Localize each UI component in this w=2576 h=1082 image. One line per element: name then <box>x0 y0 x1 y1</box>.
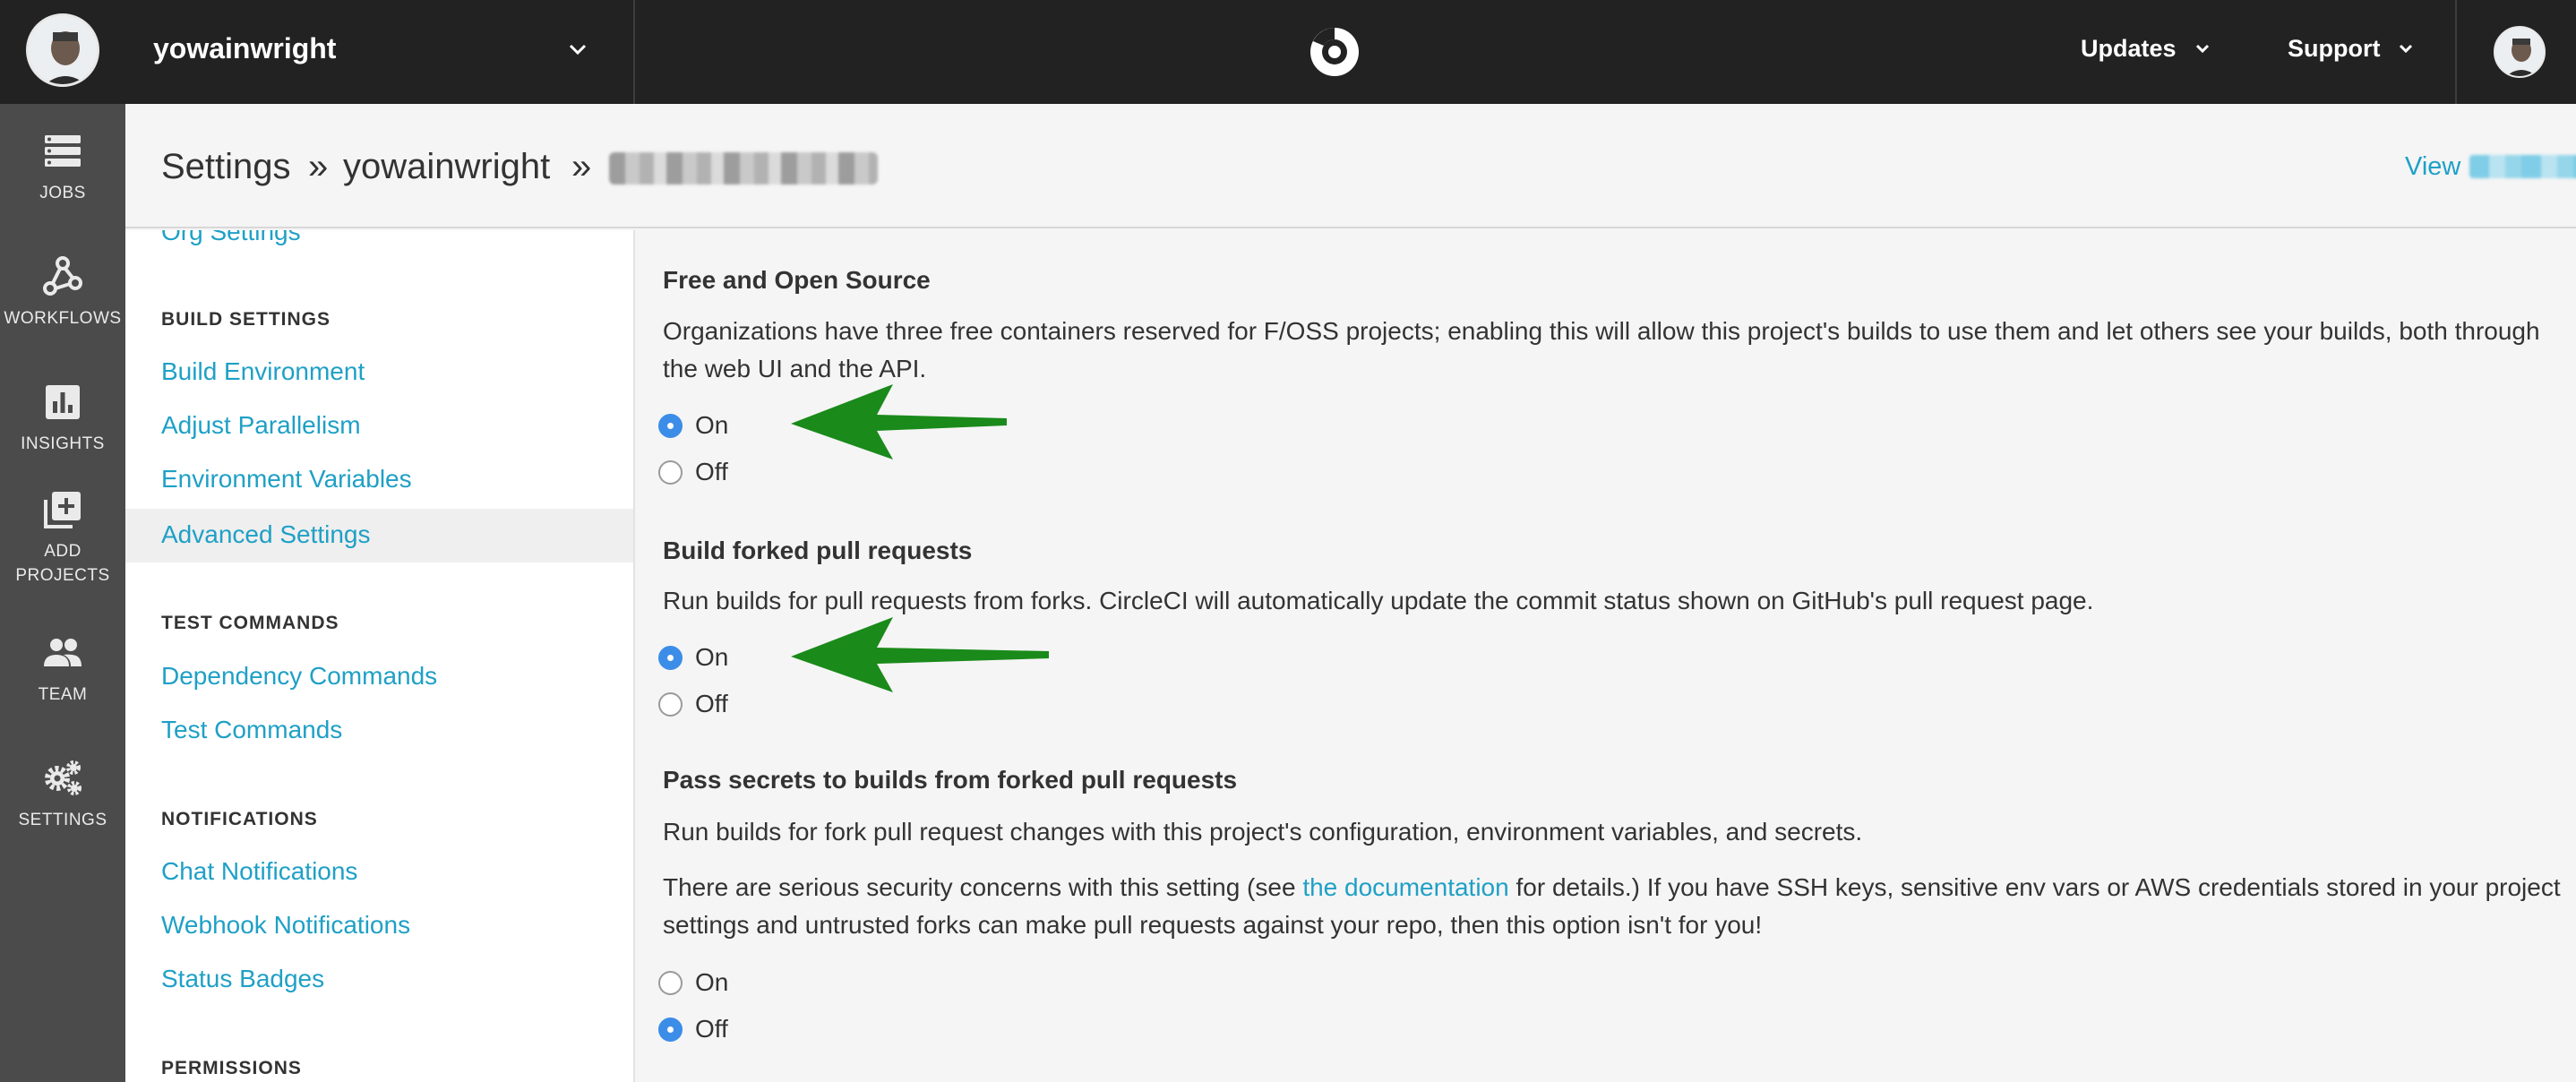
sidebar-item-dependency-commands[interactable]: Dependency Commands <box>161 660 437 692</box>
settings-icon <box>45 760 82 795</box>
nav-jobs-label: JOBS <box>39 184 86 202</box>
foss-off-label: Off <box>695 458 728 485</box>
pass-secrets-on-option[interactable]: On <box>658 966 728 999</box>
settings-main: Free and Open Source Organizations have … <box>637 230 2576 1082</box>
nav-add-label-line1: ADD <box>44 542 82 561</box>
pass-secrets-description: Run builds for fork pull request changes… <box>663 818 1863 846</box>
pass-secrets-on-label: On <box>695 968 729 996</box>
org-switcher[interactable]: yowainwright <box>0 0 635 104</box>
chevron-down-icon <box>2195 44 2209 54</box>
nav-workflows[interactable]: WORKFLOWS <box>0 256 125 331</box>
nav-settings[interactable]: SETTINGS <box>0 758 125 832</box>
breadcrumb-org[interactable]: yowainwright <box>343 145 550 188</box>
topbar-divider <box>2455 0 2457 104</box>
forked-prs-title: Build forked pull requests <box>663 537 973 564</box>
foss-on-label: On <box>695 411 729 439</box>
settings-sidebar: Org Settings BUILD SETTINGS Build Enviro… <box>125 230 635 1082</box>
updates-label: Updates <box>2081 35 2177 62</box>
nav-insights-label: INSIGHTS <box>21 434 105 453</box>
nav-settings-label: SETTINGS <box>18 811 107 829</box>
nav-add-label-line2: PROJECTS <box>15 566 110 585</box>
forked-prs-description: Run builds for pull requests from forks.… <box>663 587 2094 614</box>
forked-prs-off-label: Off <box>695 690 728 717</box>
foss-title: Free and Open Source <box>663 266 931 294</box>
sidebar-item-advanced-settings[interactable]: Advanced Settings <box>161 519 371 551</box>
nav-add-projects[interactable]: ADD PROJECTS <box>0 489 125 588</box>
nav-jobs[interactable]: JOBS <box>0 131 125 205</box>
pass-secrets-on-radio[interactable] <box>658 970 683 995</box>
pass-secrets-warning: There are serious security concerns with… <box>663 869 2571 944</box>
foss-on-option[interactable]: On <box>658 409 728 442</box>
left-nav: JOBS WORKFLOWS INSIGHTS ADD PROJECTS TEA… <box>0 104 125 1082</box>
forked-prs-on-radio[interactable] <box>658 645 683 670</box>
breadcrumb-separator: » <box>308 147 329 186</box>
forked-prs-off-option[interactable]: Off <box>658 688 728 720</box>
foss-description: Organizations have three free containers… <box>663 317 2540 382</box>
sidebar-item-adjust-parallelism[interactable]: Adjust Parallelism <box>161 409 361 442</box>
org-avatar <box>26 13 99 87</box>
breadcrumb-settings[interactable]: Settings <box>161 145 291 188</box>
support-label: Support <box>2288 35 2381 62</box>
forked-prs-on-option[interactable]: On <box>658 641 728 674</box>
documentation-link[interactable]: the documentation <box>1302 873 1508 901</box>
add-projects-icon <box>44 492 81 528</box>
nav-workflows-label: WORKFLOWS <box>4 309 122 328</box>
sidebar-item-webhook-notifications[interactable]: Webhook Notifications <box>161 909 410 941</box>
sidebar-heading-notifications: NOTIFICATIONS <box>161 809 318 829</box>
page-header: Settings » yowainwright » View » <box>125 104 2576 228</box>
sidebar-item-org-settings[interactable]: Org Settings <box>161 230 301 248</box>
sidebar-item-status-badges[interactable]: Status Badges <box>161 963 324 995</box>
forked-prs-off-radio[interactable] <box>658 691 683 717</box>
forked-prs-on-label: On <box>695 643 729 671</box>
sidebar-item-test-commands[interactable]: Test Commands <box>161 714 342 746</box>
foss-off-option[interactable]: Off <box>658 456 728 488</box>
nav-insights[interactable]: INSIGHTS <box>0 382 125 456</box>
org-name: yowainwright <box>153 32 337 64</box>
team-icon <box>44 639 82 666</box>
pass-secrets-off-label: Off <box>695 1015 728 1043</box>
view-project-redacted <box>2469 155 2576 178</box>
top-bar: yowainwright Updates Support <box>0 0 2576 104</box>
foss-on-radio[interactable] <box>658 413 683 438</box>
user-avatar[interactable] <box>2494 26 2546 78</box>
view-project-link[interactable]: View » <box>2405 149 2576 185</box>
support-menu[interactable]: Support <box>2288 32 2416 64</box>
nav-team[interactable]: TEAM <box>0 632 125 707</box>
nav-team-label: TEAM <box>38 685 88 704</box>
sidebar-heading-permissions: PERMISSIONS <box>161 1058 302 1078</box>
jobs-icon <box>45 135 81 167</box>
breadcrumb-project-redacted[interactable] <box>609 152 878 185</box>
workflows-icon <box>43 256 82 296</box>
annotation-arrow-icon <box>791 384 1007 459</box>
pass-secrets-title: Pass secrets to builds from forked pull … <box>663 766 1238 794</box>
breadcrumb-separator: » <box>571 147 592 186</box>
annotation-arrow-icon <box>791 617 1049 692</box>
chevron-down-icon <box>569 44 587 56</box>
foss-off-radio[interactable] <box>658 459 683 485</box>
sidebar-heading-test-commands: TEST COMMANDS <box>161 613 339 633</box>
sidebar-item-environment-variables[interactable]: Environment Variables <box>161 463 412 495</box>
sidebar-item-chat-notifications[interactable]: Chat Notifications <box>161 855 357 888</box>
pass-secrets-off-radio[interactable] <box>658 1017 683 1042</box>
sidebar-heading-build-settings: BUILD SETTINGS <box>161 309 331 330</box>
pass-secrets-off-option[interactable]: Off <box>658 1013 728 1045</box>
updates-menu[interactable]: Updates <box>2081 32 2212 64</box>
insights-icon <box>46 385 80 419</box>
chevron-down-icon <box>2400 44 2413 54</box>
view-label: View <box>2405 152 2461 181</box>
warning-text-before: There are serious security concerns with… <box>663 873 1303 901</box>
circleci-logo[interactable] <box>1308 25 1361 79</box>
sidebar-item-build-environment[interactable]: Build Environment <box>161 356 365 388</box>
